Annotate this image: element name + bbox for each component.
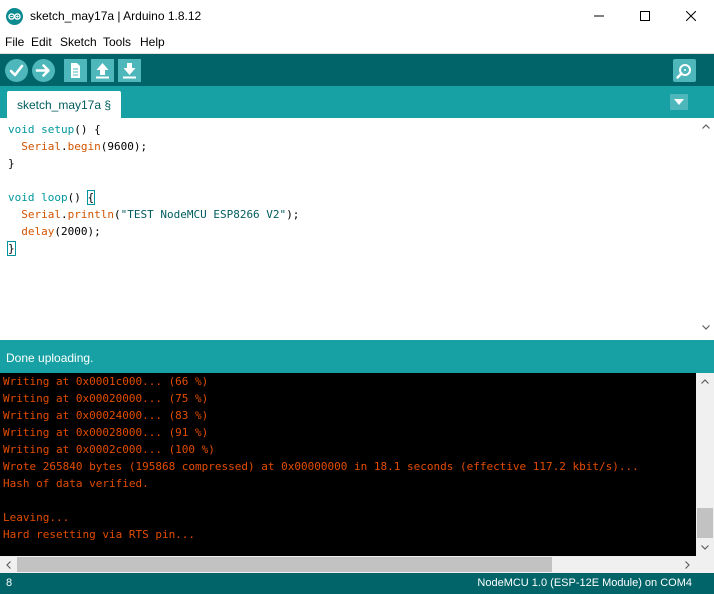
title-bar: sketch_may17a | Arduino 1.8.12 bbox=[0, 0, 714, 32]
menu-sketch[interactable]: Sketch bbox=[60, 35, 97, 49]
code-function: loop bbox=[41, 191, 68, 204]
open-button[interactable] bbox=[91, 59, 114, 82]
upload-button[interactable] bbox=[32, 59, 55, 82]
arduino-logo-icon bbox=[6, 8, 23, 25]
verify-icon bbox=[9, 64, 24, 77]
console-vertical-thumb[interactable] bbox=[697, 508, 713, 538]
code-editor[interactable]: void setup() { Serial.begin(9600);} void… bbox=[0, 118, 714, 340]
code-function: setup bbox=[41, 123, 75, 136]
chevron-up-icon bbox=[700, 379, 709, 384]
chevron-down-icon bbox=[701, 325, 710, 330]
chevron-down-icon bbox=[700, 545, 709, 550]
serial-monitor-button[interactable] bbox=[673, 59, 696, 82]
tab-menu-button[interactable] bbox=[670, 94, 688, 110]
code-punct: ( bbox=[113, 208, 121, 221]
code-punct: () bbox=[67, 191, 88, 204]
new-button[interactable] bbox=[64, 59, 87, 82]
console-horizontal-thumb[interactable] bbox=[17, 557, 552, 572]
menu-edit[interactable]: Edit bbox=[31, 35, 52, 49]
code-method: begin bbox=[67, 140, 101, 153]
code-object: Serial bbox=[21, 208, 61, 221]
line-number: 8 bbox=[6, 577, 13, 589]
console-line: Hash of data verified. bbox=[3, 477, 149, 490]
console-line: Hard resetting via RTS pin... bbox=[3, 528, 196, 541]
code-punct: (9600); bbox=[100, 140, 148, 153]
code-keyword: void bbox=[8, 191, 35, 204]
console-scroll-down-button[interactable] bbox=[696, 539, 713, 556]
chevron-up-icon bbox=[701, 124, 710, 129]
scrollbar-corner bbox=[696, 556, 714, 573]
code-punct: () { bbox=[74, 123, 101, 136]
minimize-icon bbox=[594, 15, 604, 17]
code-function: delay bbox=[21, 225, 55, 238]
magnifier-icon bbox=[676, 64, 691, 79]
chevron-down-icon bbox=[674, 99, 684, 105]
console-line: Writing at 0x00028000... (91 %) bbox=[3, 426, 209, 439]
code-keyword: void bbox=[8, 123, 35, 136]
console-scroll-right-button[interactable] bbox=[679, 556, 696, 573]
console-scroll-up-button[interactable] bbox=[696, 373, 713, 390]
board-port-info: NodeMCU 1.0 (ESP-12E Module) on COM4 bbox=[477, 577, 692, 589]
chevron-right-icon bbox=[685, 560, 690, 569]
console-line: Writing at 0x0001c000... (66 %) bbox=[3, 375, 209, 388]
code-string: "TEST NodeMCU ESP8266 V2" bbox=[120, 208, 287, 221]
menu-help[interactable]: Help bbox=[140, 35, 165, 49]
verify-button[interactable] bbox=[5, 59, 28, 82]
matched-bracket: { bbox=[86, 190, 96, 205]
menu-file[interactable]: File bbox=[5, 35, 24, 49]
scroll-down-button[interactable] bbox=[697, 319, 714, 336]
console-line: Writing at 0x00020000... (75 %) bbox=[3, 392, 209, 405]
console-line: Leaving... bbox=[3, 511, 70, 524]
toolbar bbox=[0, 53, 714, 86]
status-message: Done uploading. bbox=[6, 351, 94, 365]
text-caret bbox=[14, 241, 16, 254]
console-scroll-left-button[interactable] bbox=[0, 556, 17, 573]
maximize-icon bbox=[640, 11, 650, 21]
console-output[interactable]: Writing at 0x0001c000... (66 %) Writing a… bbox=[0, 373, 714, 573]
code-method: println bbox=[67, 208, 114, 221]
code-punct: ); bbox=[286, 208, 300, 221]
tab-sketch[interactable]: sketch_may17a § bbox=[7, 91, 121, 118]
save-icon bbox=[123, 63, 136, 79]
bottom-status-bar: 8 NodeMCU 1.0 (ESP-12E Module) on COM4 bbox=[0, 573, 714, 594]
close-icon bbox=[686, 11, 696, 21]
minimize-button[interactable] bbox=[576, 0, 622, 32]
editor-scrollbar[interactable] bbox=[697, 118, 714, 340]
code-text[interactable]: void setup() { Serial.begin(9600);} void… bbox=[7, 121, 300, 257]
tab-bar: sketch_may17a § bbox=[0, 86, 714, 118]
open-icon bbox=[96, 63, 109, 79]
new-icon bbox=[71, 63, 80, 78]
console-vertical-scrollbar[interactable] bbox=[696, 373, 714, 556]
scroll-up-button[interactable] bbox=[697, 118, 714, 135]
maximize-button[interactable] bbox=[622, 0, 668, 32]
chevron-left-icon bbox=[6, 560, 11, 569]
console-horizontal-scrollbar[interactable] bbox=[0, 556, 696, 573]
upload-icon bbox=[35, 64, 50, 77]
console-text: Writing at 0x0001c000... (66 %) Writing a… bbox=[3, 373, 639, 543]
matched-bracket: } bbox=[7, 241, 16, 256]
menu-tools[interactable]: Tools bbox=[103, 35, 131, 49]
code-punct: (2000); bbox=[54, 225, 101, 238]
code-punct: } bbox=[8, 157, 15, 170]
close-button[interactable] bbox=[668, 0, 714, 32]
status-bar: Done uploading. bbox=[0, 340, 714, 373]
console-line: Writing at 0x00024000... (83 %) bbox=[3, 409, 209, 422]
code-object: Serial bbox=[21, 140, 61, 153]
console-line: Writing at 0x0002c000... (100 %) bbox=[3, 443, 215, 456]
console-line: Wrote 265840 bytes (195868 compressed) a… bbox=[3, 460, 639, 473]
menu-bar: File Edit Sketch Tools Help bbox=[0, 32, 714, 52]
window-title: sketch_may17a | Arduino 1.8.12 bbox=[30, 9, 202, 23]
save-button[interactable] bbox=[118, 59, 141, 82]
